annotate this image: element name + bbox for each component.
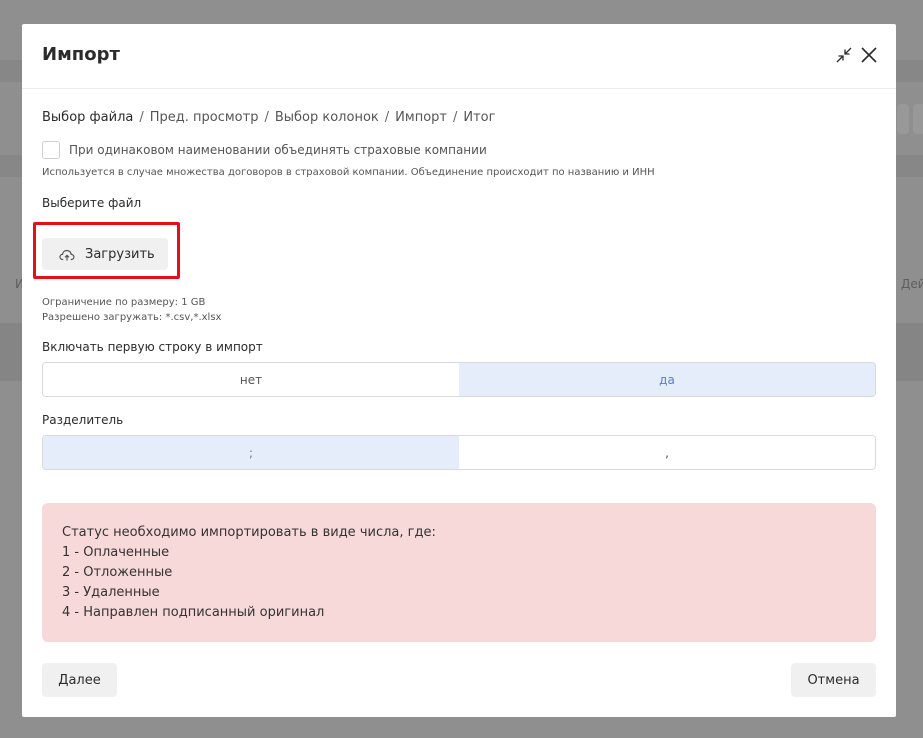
- upload-button-label: Загрузить: [85, 246, 155, 262]
- alert-line: 4 - Направлен подписанный оригинал: [62, 605, 325, 620]
- upload-button[interactable]: Загрузить: [42, 238, 168, 270]
- merge-companies-option: При одинаковом наименовании объединять с…: [42, 141, 487, 159]
- separator-option-semicolon[interactable]: ;: [43, 436, 459, 469]
- background-button: [897, 104, 909, 134]
- breadcrumb-separator: /: [264, 110, 269, 125]
- modal-title: Импорт: [42, 44, 120, 65]
- breadcrumb-separator: /: [452, 110, 458, 125]
- cancel-button[interactable]: Отмена: [791, 663, 876, 697]
- status-info-alert: Статус необходимо импортировать в виде ч…: [42, 503, 876, 642]
- file-limits: Ограничение по размеру: 1 GB Разрешено з…: [42, 295, 221, 325]
- close-icon[interactable]: [860, 46, 878, 64]
- alert-line: 3 - Удаленные: [62, 585, 160, 600]
- background-button: [913, 104, 923, 134]
- include-first-row-label: Включать первую строку в импорт: [42, 340, 263, 354]
- next-button[interactable]: Далее: [42, 663, 117, 697]
- alert-line: Статус необходимо импортировать в виде ч…: [62, 525, 436, 540]
- alert-line: 1 - Оплаченные: [62, 545, 170, 560]
- file-select-label: Выберите файл: [42, 196, 142, 210]
- modal-header: Импорт: [22, 24, 896, 89]
- import-modal: Импорт Выбор файла / Пред. просмотр / Выбор …: [22, 24, 896, 717]
- separator-label: Разделитель: [42, 413, 124, 427]
- merge-companies-checkbox[interactable]: [42, 141, 60, 159]
- separator-toggle: ; ,: [42, 435, 876, 470]
- breadcrumb-step-file-select[interactable]: Выбор файла: [42, 110, 133, 125]
- background-column-label: Дей: [901, 277, 923, 291]
- breadcrumb-step-preview[interactable]: Пред. просмотр: [150, 110, 259, 125]
- breadcrumb-step-result[interactable]: Итог: [463, 110, 495, 125]
- include-first-row-option-yes[interactable]: да: [459, 363, 875, 396]
- separator-option-comma[interactable]: ,: [459, 436, 875, 469]
- breadcrumb-step-columns[interactable]: Выбор колонок: [275, 110, 379, 125]
- alert-line: 2 - Отложенные: [62, 565, 173, 580]
- breadcrumb: Выбор файла / Пред. просмотр / Выбор колонок…: [42, 110, 495, 125]
- file-size-limit: Ограничение по размеру: 1 GB: [42, 297, 206, 308]
- merge-companies-hint: Используется в случае множества договоро…: [42, 167, 655, 178]
- include-first-row-option-no[interactable]: нет: [43, 363, 459, 396]
- include-first-row-toggle: нет да: [42, 362, 876, 397]
- breadcrumb-step-import[interactable]: Импорт: [395, 110, 447, 125]
- collapse-arrows-icon[interactable]: [835, 46, 853, 64]
- merge-companies-label[interactable]: При одинаковом наименовании объединять с…: [69, 143, 487, 157]
- breadcrumb-separator: /: [139, 110, 144, 125]
- file-allowed-types: Разрешено загружать: *.csv,*.xlsx: [42, 312, 222, 323]
- cloud-upload-icon: [59, 247, 75, 261]
- breadcrumb-separator: /: [384, 110, 390, 125]
